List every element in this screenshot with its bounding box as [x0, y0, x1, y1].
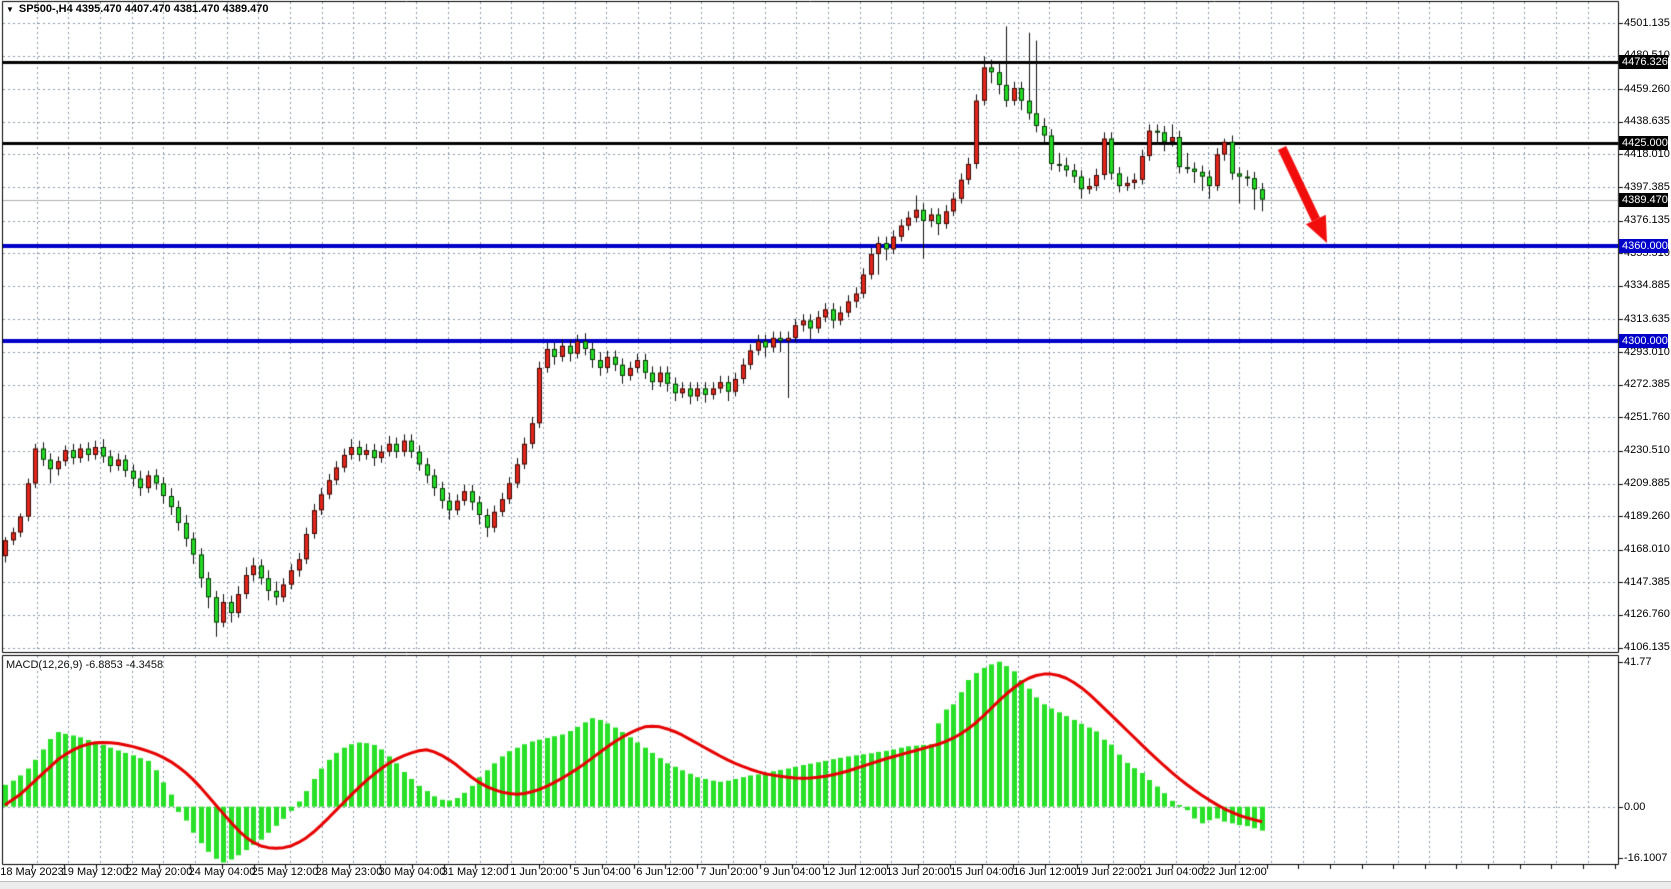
price-tick-label: 4251.760 — [1624, 411, 1670, 424]
price-tick-label: 4126.760 — [1624, 608, 1670, 621]
time-tick-label: 21 Jun 04:00 — [1140, 866, 1204, 878]
price-level-badge: 4425.000 — [1619, 136, 1668, 150]
time-tick-label: 16 Jun 12:00 — [1013, 866, 1077, 878]
chart-canvas[interactable] — [0, 0, 1671, 889]
time-tick-label: 6 Jun 12:00 — [636, 866, 694, 878]
chart-title: ▼ SP500-,H4 4395.470 4407.470 4381.470 4… — [6, 3, 268, 15]
time-tick-label: 1 Jun 20:00 — [510, 866, 568, 878]
price-tick-label: 4168.010 — [1624, 543, 1670, 556]
price-tick-label: 4459.260 — [1624, 83, 1670, 96]
price-tick-label: 4376.135 — [1624, 214, 1670, 227]
time-tick-label: 19 May 12:00 — [62, 866, 129, 878]
price-tick-label: 4106.135 — [1624, 641, 1670, 654]
chart-dropdown-icon[interactable]: ▼ — [6, 5, 14, 14]
time-tick-label: 22 May 20:00 — [126, 866, 193, 878]
time-tick-label: 19 Jun 22:00 — [1076, 866, 1140, 878]
time-tick-label: 28 May 23:00 — [316, 866, 383, 878]
price-tick-label: 4313.635 — [1624, 313, 1670, 326]
price-tick-label: 4147.385 — [1624, 576, 1670, 589]
time-tick-label: 18 May 2023 — [0, 866, 64, 878]
time-tick-label: 15 Jun 04:00 — [950, 866, 1014, 878]
time-tick-label: 7 Jun 20:00 — [700, 866, 758, 878]
price-tick-label: 4272.385 — [1624, 378, 1670, 391]
time-tick-label: 9 Jun 04:00 — [763, 866, 821, 878]
price-tick-label: 4230.510 — [1624, 444, 1670, 457]
time-tick-label: 22 Jun 12:00 — [1203, 866, 1267, 878]
mt4-chart-window: ▼ SP500-,H4 4395.470 4407.470 4381.470 4… — [0, 0, 1671, 889]
price-level-badge: 4360.000 — [1619, 239, 1668, 253]
macd-indicator-label: MACD(12,26,9) -6.8853 -4.3458 — [6, 659, 163, 671]
time-tick-label: 25 May 12:00 — [252, 866, 319, 878]
price-tick-label: 4438.635 — [1624, 115, 1670, 128]
time-tick-label: 13 Jun 20:00 — [886, 866, 950, 878]
time-tick-label: 30 May 04:00 — [379, 866, 446, 878]
time-tick-label: 24 May 04:00 — [189, 866, 256, 878]
macd-tick-label: -16.1007 — [1624, 852, 1667, 865]
price-level-badge: 4300.000 — [1619, 334, 1668, 348]
macd-tick-label: 41.77 — [1624, 656, 1652, 669]
price-tick-label: 4334.885 — [1624, 279, 1670, 292]
symbol-ohlc-label: SP500-,H4 4395.470 4407.470 4381.470 438… — [19, 3, 269, 15]
price-level-badge: 4389.470 — [1619, 193, 1668, 207]
price-level-badge: 4476.326 — [1619, 55, 1668, 69]
time-tick-label: 31 May 12:00 — [442, 866, 509, 878]
window-bottom-strip — [0, 881, 1671, 889]
price-tick-label: 4209.885 — [1624, 477, 1670, 490]
macd-tick-label: 0.00 — [1624, 801, 1645, 814]
time-tick-label: 12 Jun 12:00 — [823, 866, 887, 878]
time-tick-label: 5 Jun 04:00 — [573, 866, 631, 878]
price-tick-label: 4189.260 — [1624, 510, 1670, 523]
price-tick-label: 4501.135 — [1624, 17, 1670, 30]
